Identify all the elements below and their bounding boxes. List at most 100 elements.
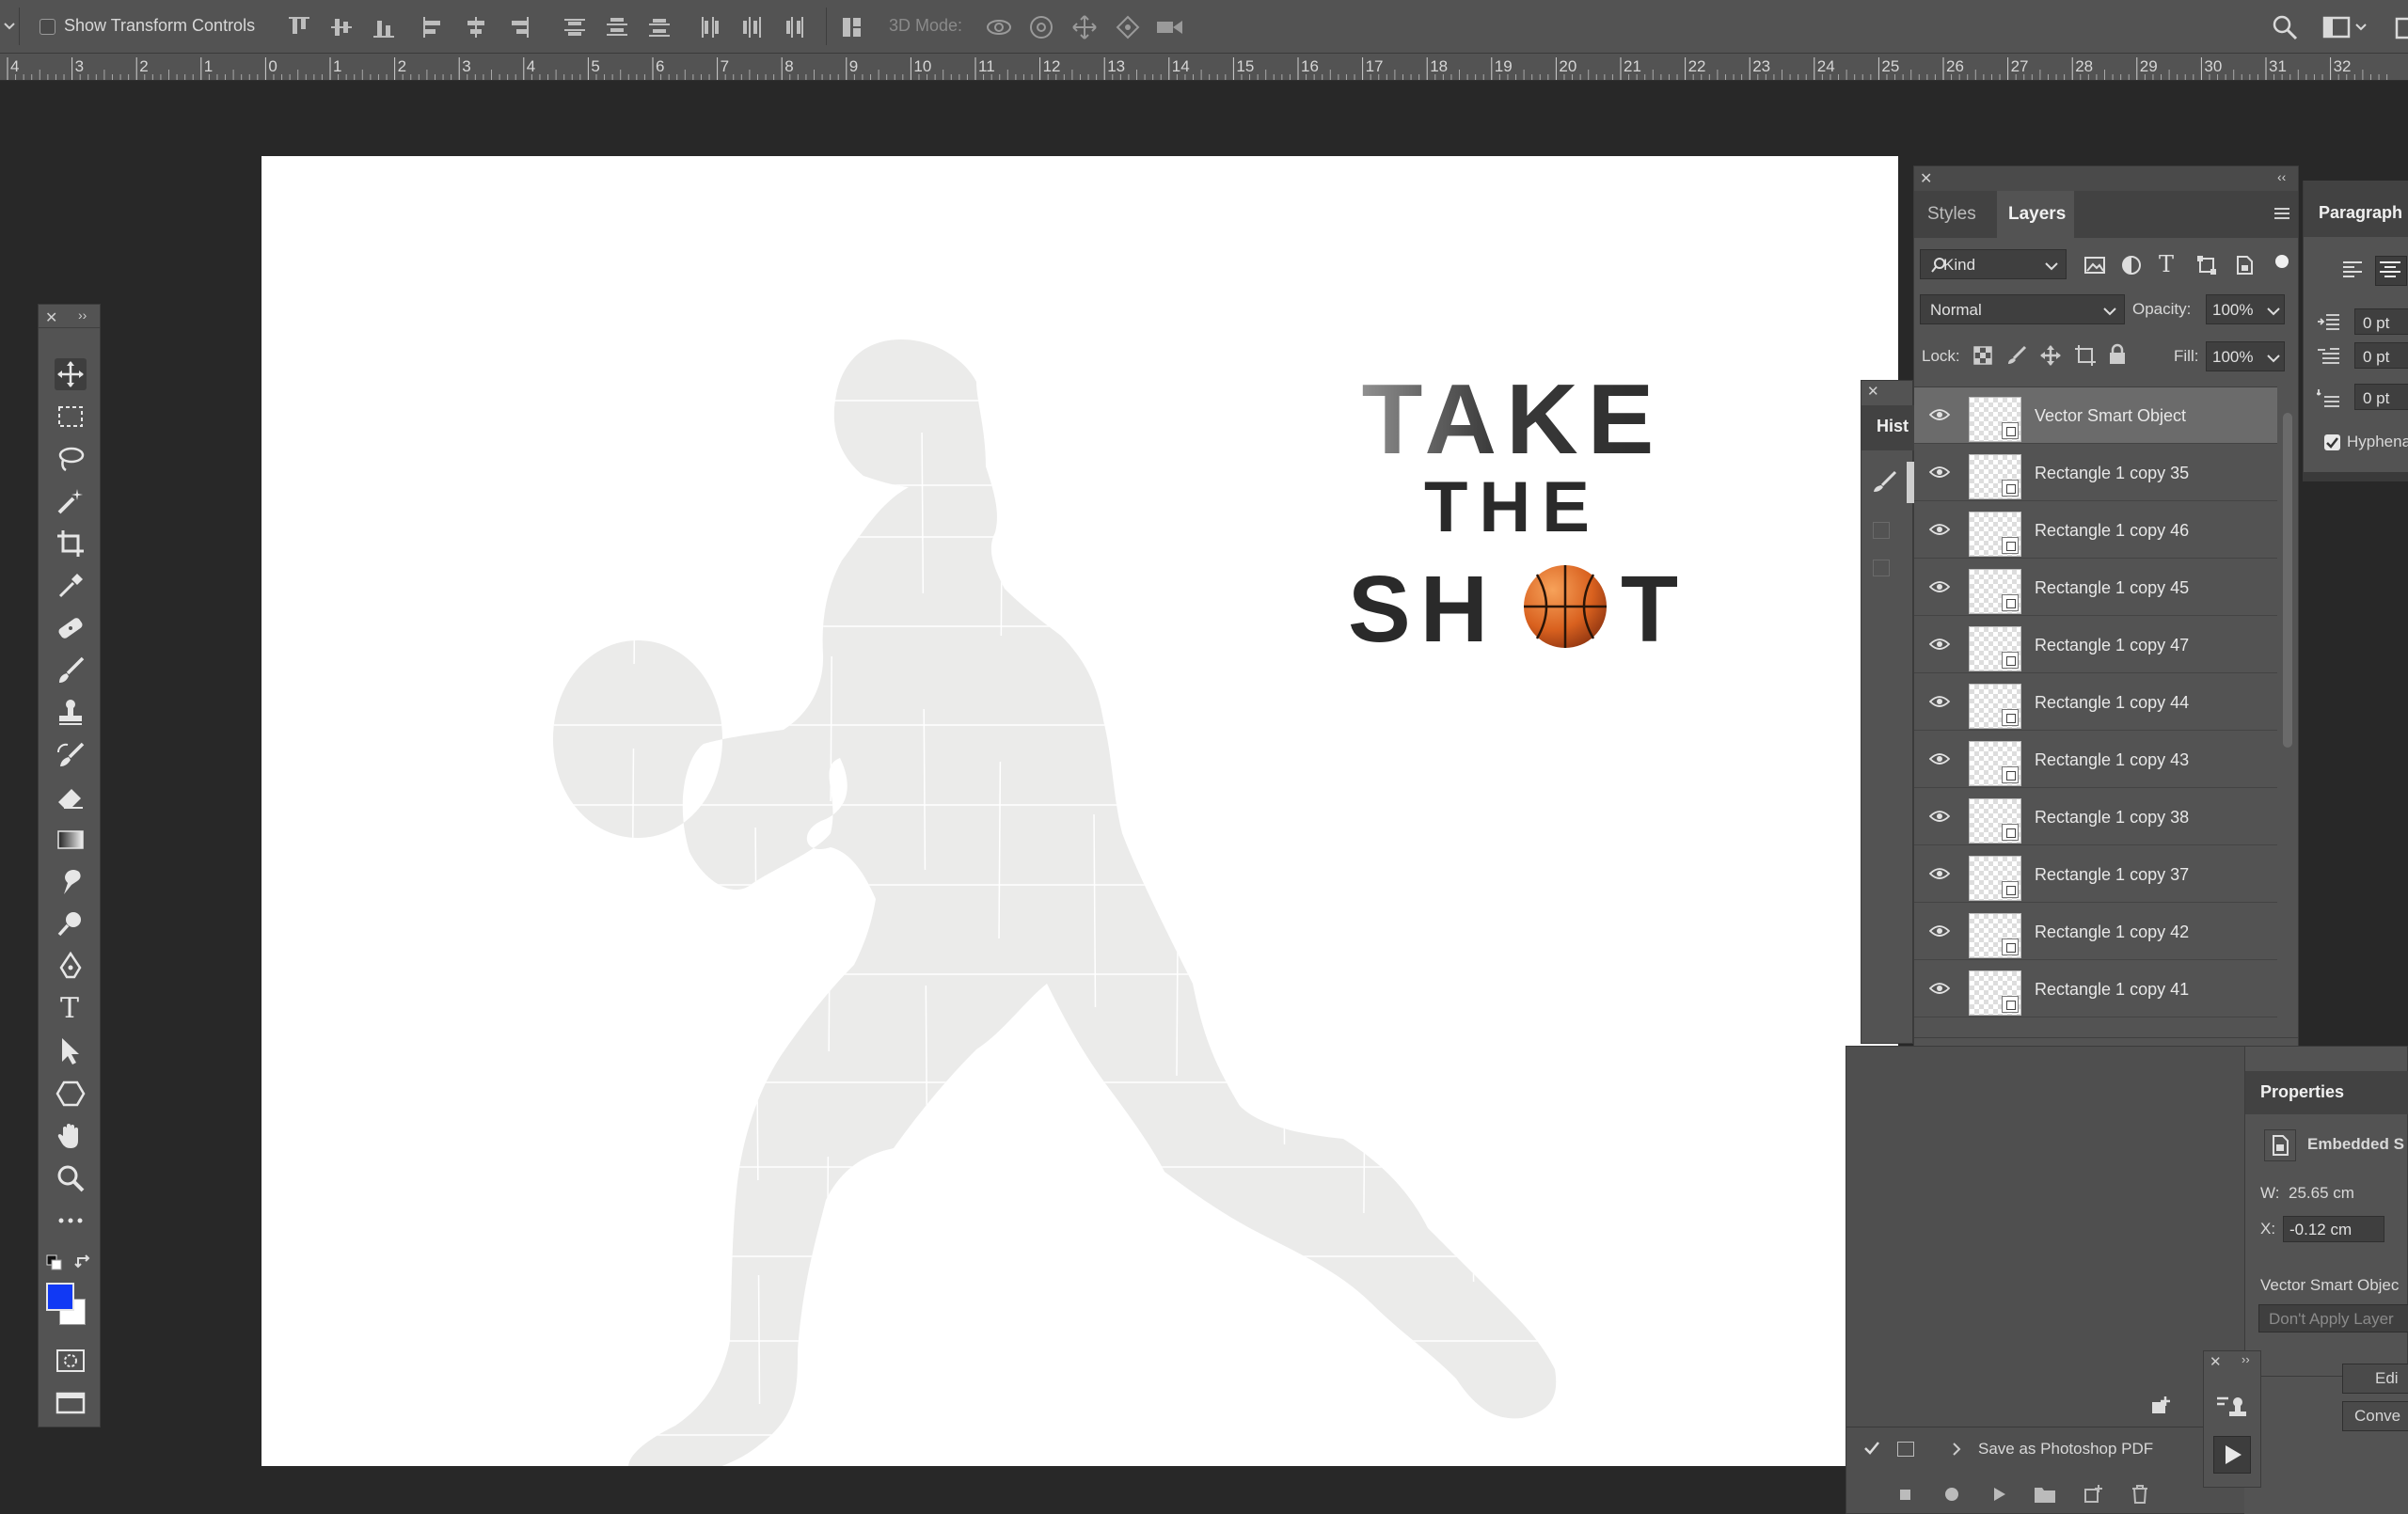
eraser-tool-icon[interactable] [55, 781, 87, 813]
align-top-edges-icon[interactable] [287, 15, 311, 39]
new-set-icon[interactable] [2149, 1395, 2174, 1422]
zoom-tool-icon[interactable] [55, 1162, 87, 1194]
layer-row[interactable]: Rectangle 1 copy 35 [1914, 445, 2277, 501]
panel-menu-icon[interactable] [2273, 206, 2290, 226]
dodge-tool-icon[interactable] [55, 908, 87, 940]
action-item[interactable]: Save as Photoshop PDF [1846, 1428, 2245, 1470]
quick-mask-icon[interactable] [55, 1347, 87, 1380]
indent-left-field[interactable]: 0 pt [2354, 308, 2408, 335]
gradient-tool-icon[interactable] [55, 824, 87, 856]
align-center-text-icon[interactable] [2375, 256, 2407, 286]
close-icon[interactable]: ✕ [1920, 169, 1932, 188]
lock-pixels-icon[interactable] [2006, 345, 2027, 371]
orbit-3d-icon[interactable] [985, 14, 1013, 45]
lock-transparent-icon[interactable] [1972, 345, 1993, 371]
record-icon[interactable] [1941, 1483, 1967, 1509]
layer-row[interactable]: Rectangle 1 copy 45 [1914, 560, 2277, 616]
play-action-button[interactable] [2213, 1436, 2251, 1474]
layer-row[interactable]: Vector Smart Object [1914, 387, 2277, 444]
edit-contents-button[interactable]: Edi [2342, 1364, 2408, 1394]
collapse-icon[interactable]: ›› [78, 308, 87, 323]
foreground-color-swatch[interactable] [46, 1283, 74, 1311]
new-action-icon[interactable] [2082, 1483, 2108, 1509]
hyphenate-checkbox[interactable] [2324, 434, 2340, 450]
layer-row[interactable]: Rectangle 1 copy 46 [1914, 502, 2277, 559]
opacity-field[interactable]: 100% [2206, 294, 2285, 324]
distribute-vertical-centers-icon[interactable] [605, 15, 629, 39]
align-left-text-icon[interactable] [2341, 260, 2364, 285]
layer-row-partial[interactable] [1914, 1018, 2277, 1019]
close-icon[interactable]: ✕ [2210, 1353, 2222, 1370]
filter-type-icon[interactable]: T [2159, 251, 2174, 277]
convert-button[interactable]: Conve [2342, 1401, 2408, 1431]
visibility-eye-icon[interactable] [1929, 924, 1950, 938]
type-tool-icon[interactable]: T [55, 992, 87, 1025]
visibility-eye-icon[interactable] [1929, 867, 1950, 880]
lock-artboard-icon[interactable] [2074, 345, 2097, 371]
workspace-chevron-icon[interactable] [2354, 21, 2368, 38]
eyedropper-tool-icon[interactable] [55, 570, 87, 602]
history-brush-tool-icon[interactable] [55, 739, 87, 771]
filter-adjustment-icon[interactable] [2121, 255, 2142, 280]
clone-stamp-tool-icon[interactable] [55, 697, 87, 729]
align-vertical-centers-icon[interactable] [329, 15, 354, 39]
tab-layers[interactable]: Layers [1997, 191, 2074, 238]
filter-shape-icon[interactable] [2196, 255, 2217, 280]
visibility-eye-icon[interactable] [1929, 523, 1950, 536]
default-colors-icon[interactable] [46, 1254, 63, 1276]
magic-wand-tool-icon[interactable] [55, 485, 87, 517]
clone-source-icon[interactable] [2215, 1395, 2249, 1427]
space-before-field[interactable]: 0 pt [2354, 384, 2408, 410]
show-transform-controls-checkbox[interactable] [40, 19, 55, 35]
distribute-right-icon[interactable] [783, 15, 807, 39]
marquee-tool-icon[interactable] [55, 401, 87, 433]
swap-colors-icon[interactable] [74, 1254, 93, 1277]
layer-row[interactable]: Rectangle 1 copy 41 [1914, 961, 2277, 1017]
filter-toggle[interactable] [2273, 253, 2289, 281]
align-bottom-edges-icon[interactable] [372, 15, 396, 39]
visibility-eye-icon[interactable] [1929, 695, 1950, 708]
expand-chevron-icon[interactable] [1952, 1442, 1961, 1461]
pan-3d-icon[interactable] [1071, 14, 1098, 45]
shape-tool-icon[interactable] [55, 1078, 87, 1110]
space-before-icon[interactable] [2316, 387, 2341, 413]
close-icon[interactable]: ✕ [45, 308, 57, 327]
filter-pixel-icon[interactable] [2083, 255, 2106, 280]
visibility-eye-icon[interactable] [1929, 465, 1950, 479]
indent-left-icon[interactable] [2317, 312, 2341, 338]
brush-tool-icon[interactable] [55, 654, 87, 686]
roll-3d-icon[interactable] [1028, 14, 1054, 45]
blend-mode-select[interactable]: Normal [1920, 294, 2125, 324]
indent-first-line-field[interactable]: 0 pt [2354, 342, 2408, 369]
search-icon[interactable] [2271, 13, 2299, 46]
document-canvas[interactable]: TAKE THE SH T [261, 156, 1898, 1466]
visibility-eye-icon[interactable] [1929, 580, 1950, 593]
layer-row[interactable]: Rectangle 1 copy 42 [1914, 904, 2277, 960]
lock-all-icon[interactable] [2108, 343, 2127, 371]
lock-position-icon[interactable] [2040, 345, 2061, 371]
visibility-eye-icon[interactable] [1929, 810, 1950, 823]
smudge-tool-icon[interactable] [55, 866, 87, 898]
filter-smart-object-icon[interactable] [2234, 255, 2255, 280]
share-icon[interactable] [2395, 15, 2408, 44]
hand-tool-icon[interactable] [55, 1120, 87, 1152]
history-brush-source-icon[interactable] [1871, 469, 1897, 498]
pen-tool-icon[interactable] [55, 951, 87, 983]
action-enabled-check-icon[interactable] [1863, 1440, 1880, 1461]
width-value[interactable]: 25.65 cm [2289, 1184, 2354, 1203]
layer-row[interactable]: Rectangle 1 copy 44 [1914, 674, 2277, 731]
distribute-bottom-icon[interactable] [647, 15, 672, 39]
distribute-top-icon[interactable] [562, 15, 587, 39]
play-selection-icon[interactable] [1988, 1483, 2014, 1509]
layer-row[interactable]: Rectangle 1 copy 47 [1914, 617, 2277, 673]
collapse-icon[interactable]: ›› [2242, 1352, 2250, 1366]
layer-row[interactable]: Rectangle 1 copy 43 [1914, 732, 2277, 788]
visibility-eye-icon[interactable] [1929, 638, 1950, 651]
workspace-icon[interactable] [2322, 15, 2351, 44]
visibility-eye-icon[interactable] [1929, 982, 1950, 995]
healing-brush-tool-icon[interactable] [55, 612, 87, 644]
scale-3d-camera-icon[interactable] [1155, 16, 1185, 43]
distribute-left-icon[interactable] [698, 15, 722, 39]
visibility-eye-icon[interactable] [1929, 752, 1950, 765]
auto-align-layers-icon[interactable] [840, 15, 864, 39]
